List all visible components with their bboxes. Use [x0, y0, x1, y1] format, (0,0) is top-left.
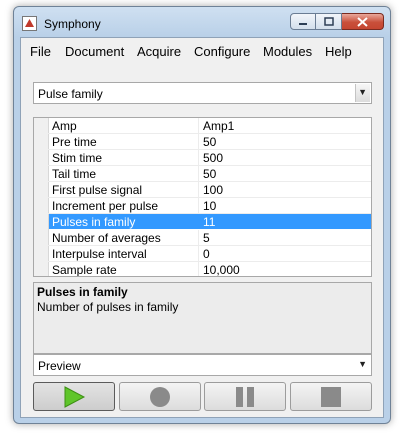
row-gutter: [34, 118, 49, 134]
row-gutter: [34, 166, 49, 182]
maximize-button[interactable]: [316, 13, 342, 30]
record-icon: [149, 386, 170, 407]
close-icon: [357, 16, 368, 27]
window-title: Symphony: [44, 17, 101, 31]
app-window: Symphony File Document Acquire Configure…: [13, 6, 391, 424]
property-row[interactable]: First pulse signal 100: [34, 182, 371, 198]
column-divider: [198, 262, 199, 276]
property-row-selected[interactable]: Pulses in family 11: [34, 214, 371, 230]
play-button[interactable]: [33, 382, 115, 411]
row-gutter: [34, 214, 49, 230]
property-value[interactable]: 10: [203, 199, 216, 213]
property-name: Stim time: [52, 151, 103, 165]
property-value[interactable]: 50: [203, 135, 216, 149]
property-name: First pulse signal: [52, 183, 143, 197]
property-name: Interpulse interval: [52, 247, 147, 261]
menu-bar: File Document Acquire Configure Modules …: [21, 38, 383, 62]
protocol-select-value: Pulse family: [38, 87, 103, 101]
chevron-down-icon: ▼: [358, 87, 367, 97]
property-value[interactable]: 500: [203, 151, 223, 165]
property-description: Pulses in family Number of pulses in fam…: [33, 282, 372, 354]
stop-button[interactable]: [289, 382, 372, 411]
row-gutter: [34, 230, 49, 246]
acquisition-controls: [33, 382, 372, 413]
property-value[interactable]: 0: [203, 247, 210, 261]
property-row[interactable]: Stim time 500: [34, 150, 371, 166]
record-button[interactable]: [118, 382, 201, 411]
pause-icon: [236, 386, 255, 407]
description-title: Pulses in family: [37, 285, 128, 299]
column-divider: [198, 182, 199, 198]
column-divider: [198, 134, 199, 150]
property-name: Sample rate: [52, 263, 117, 277]
property-name: Number of averages: [52, 231, 161, 245]
minimize-icon: [299, 22, 307, 25]
chevron-down-icon: ▼: [358, 359, 367, 369]
property-value[interactable]: 50: [203, 167, 216, 181]
row-gutter: [34, 134, 49, 150]
property-name: Pulses in family: [52, 215, 136, 229]
menu-help[interactable]: Help: [325, 44, 352, 59]
column-divider: [198, 230, 199, 246]
property-row[interactable]: Pre time 50: [34, 134, 371, 150]
maximize-icon: [323, 17, 334, 26]
pause-button[interactable]: [204, 382, 287, 411]
property-value[interactable]: 100: [203, 183, 223, 197]
row-gutter: [34, 246, 49, 262]
row-gutter: [34, 182, 49, 198]
protocol-select[interactable]: Pulse family ▼: [33, 82, 372, 104]
client-area: File Document Acquire Configure Modules …: [20, 37, 384, 418]
column-divider: [198, 246, 199, 262]
property-name: Amp: [52, 119, 77, 133]
close-button[interactable]: [342, 13, 384, 30]
property-name: Increment per pulse: [52, 199, 159, 213]
row-gutter: [34, 150, 49, 166]
property-row[interactable]: Interpulse interval 0: [34, 246, 371, 262]
minimize-button[interactable]: [290, 13, 316, 30]
property-value[interactable]: 11: [203, 215, 215, 229]
menu-acquire[interactable]: Acquire: [137, 44, 181, 59]
row-gutter: [34, 262, 49, 276]
property-value[interactable]: 10,000: [203, 263, 240, 276]
app-icon: [22, 16, 37, 31]
row-gutter: [34, 198, 49, 214]
property-row[interactable]: Sample rate 10,000: [34, 262, 371, 277]
play-icon: [64, 385, 86, 408]
property-value[interactable]: Amp1: [203, 119, 234, 133]
mode-select-value: Preview: [38, 359, 81, 373]
column-divider: [198, 198, 199, 214]
menu-file[interactable]: File: [30, 44, 51, 59]
caption-buttons: [290, 13, 384, 32]
property-row[interactable]: Tail time 50: [34, 166, 371, 182]
property-name: Pre time: [52, 135, 97, 149]
property-row[interactable]: Increment per pulse 10: [34, 198, 371, 214]
description-text: Number of pulses in family: [37, 300, 179, 314]
column-divider: [198, 150, 199, 166]
column-divider: [198, 166, 199, 182]
menu-configure[interactable]: Configure: [194, 44, 250, 59]
property-grid: Amp Amp1 Pre time 50 Stim time 500 Tail …: [33, 117, 372, 277]
mode-select[interactable]: Preview ▼: [33, 354, 372, 376]
title-bar[interactable]: Symphony: [14, 7, 390, 37]
menu-modules[interactable]: Modules: [263, 44, 312, 59]
column-divider: [198, 118, 199, 134]
property-value[interactable]: 5: [203, 231, 210, 245]
property-row[interactable]: Number of averages 5: [34, 230, 371, 246]
stop-icon: [320, 386, 341, 407]
property-name: Tail time: [52, 167, 97, 181]
menu-document[interactable]: Document: [65, 44, 124, 59]
property-row[interactable]: Amp Amp1: [34, 118, 371, 134]
